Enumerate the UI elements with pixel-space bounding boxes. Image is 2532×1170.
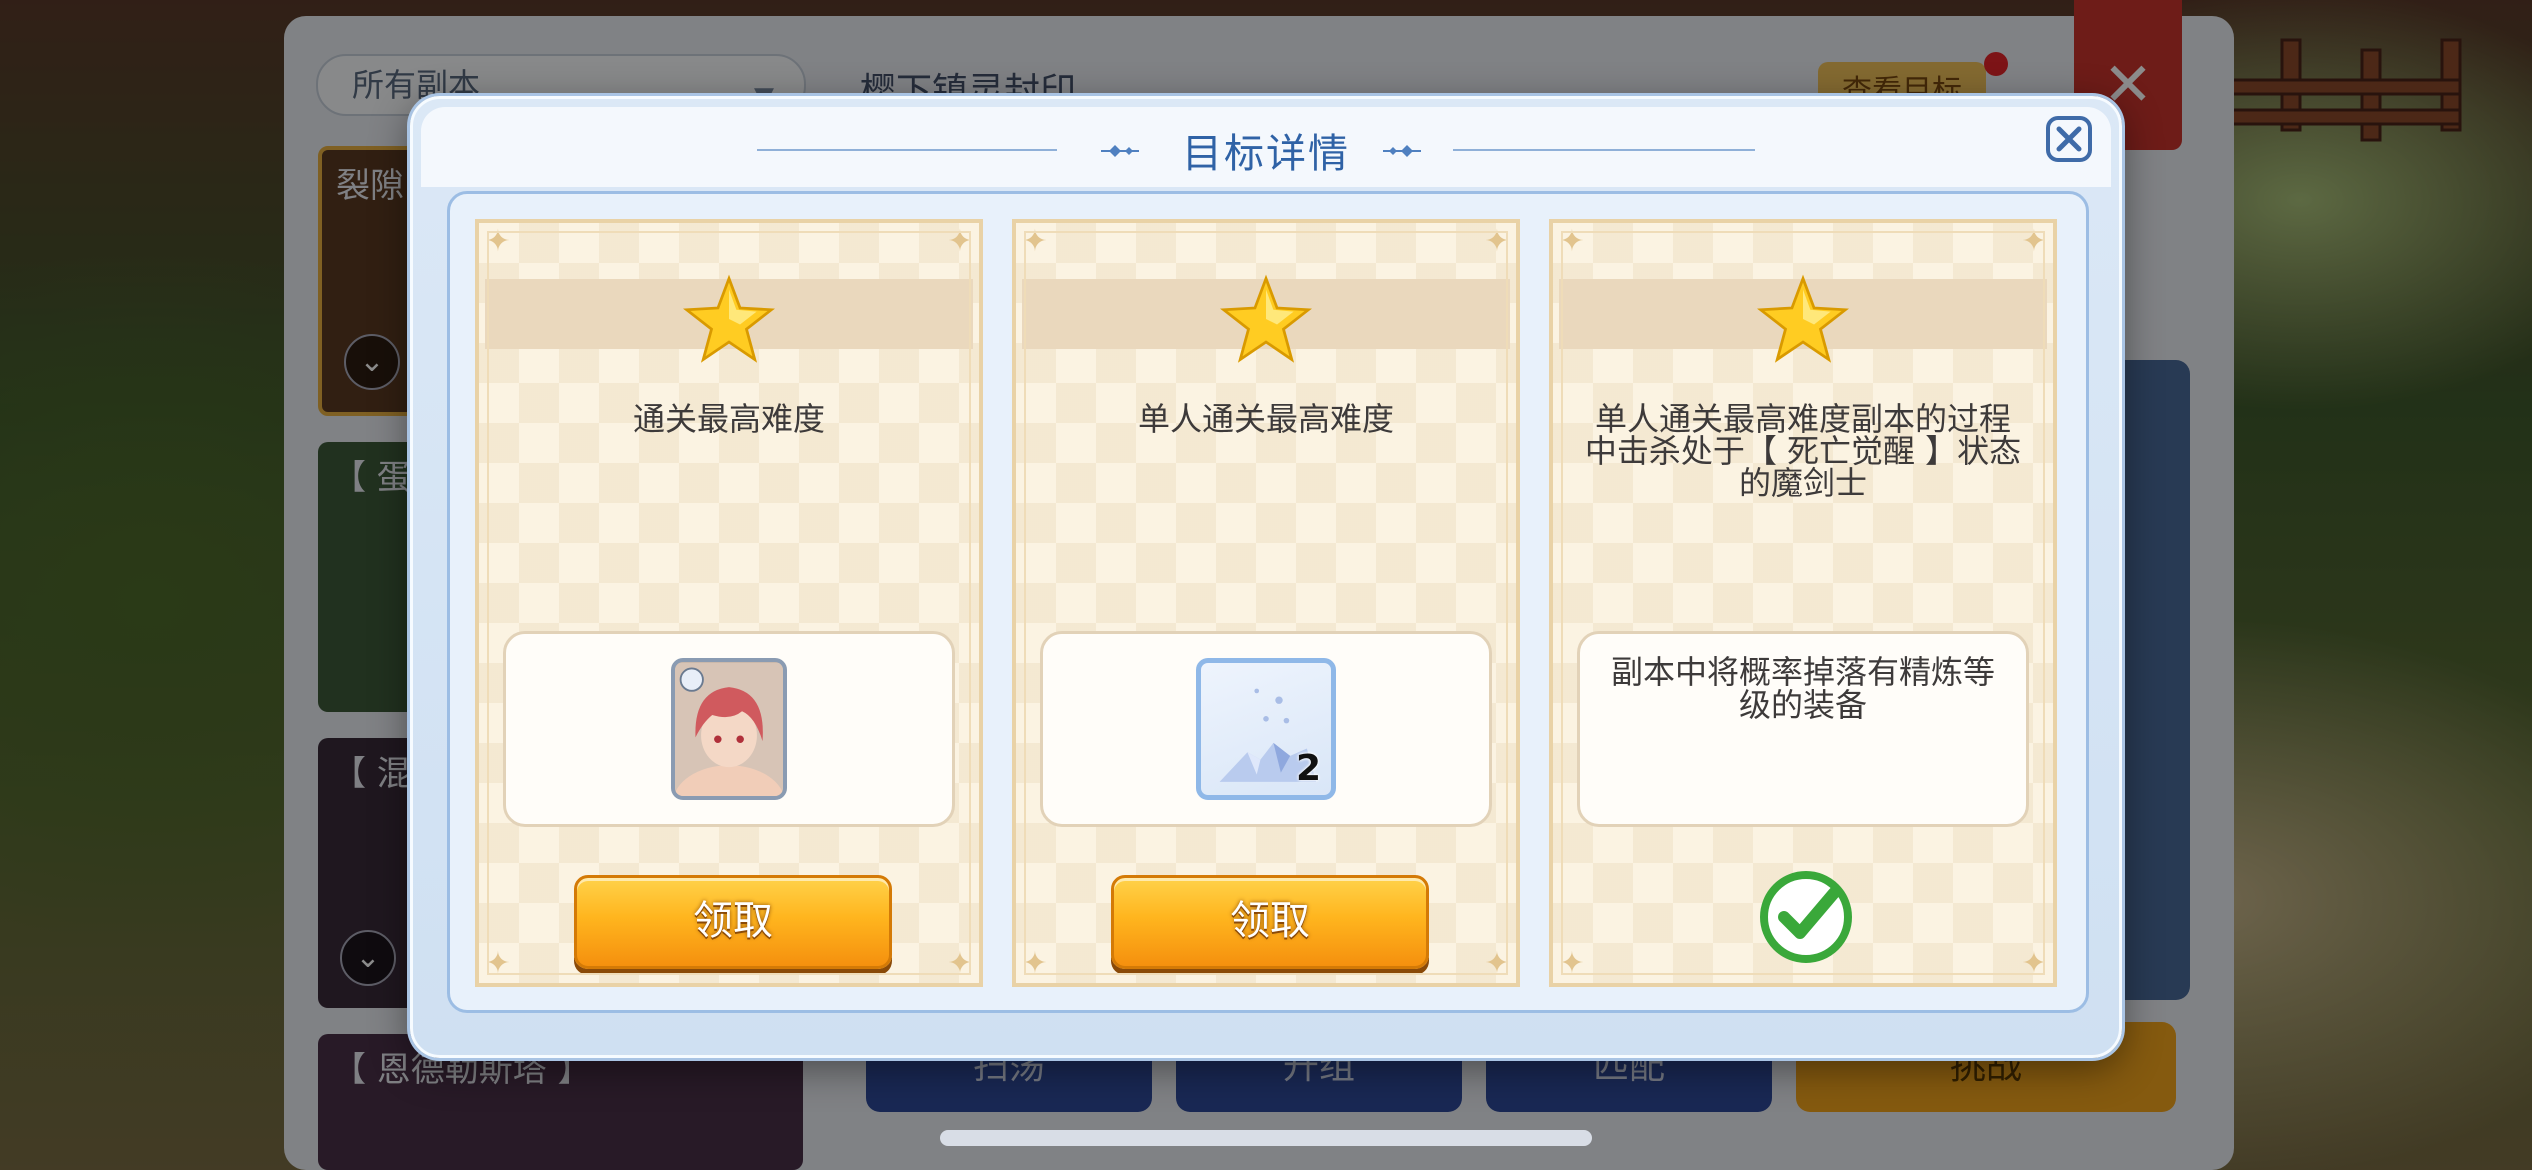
reward-box: 副本中将概率掉落有精炼等级的装备 xyxy=(1577,631,2029,827)
corner-ornament-icon: ✦ xyxy=(1559,224,1585,259)
corner-ornament-icon: ✦ xyxy=(1022,946,1048,981)
reward-description: 副本中将概率掉落有精炼等级的装备 xyxy=(1610,653,1995,724)
star-icon xyxy=(1220,274,1312,363)
reward-box: 2 xyxy=(1040,631,1492,827)
goal-card: ✦ ✦ ✦ ✦ 通关最高难度 领取 xyxy=(475,219,983,987)
item-count: 2 xyxy=(1295,748,1321,789)
goal-details-dialog: 目标详情 ✦ ✦ ✦ ✦ 通关最高难度 领取 ✦ ✦ ✦ ✦ 单人通关最高难度 … xyxy=(410,96,2122,1058)
close-icon[interactable] xyxy=(2045,115,2093,163)
dialog-title: 目标详情 xyxy=(1182,131,1350,177)
corner-ornament-icon: ✦ xyxy=(947,224,973,259)
goal-description: 单人通关最高难度 xyxy=(1137,400,1394,438)
claim-button[interactable]: 领取 xyxy=(574,875,892,969)
scroll-indicator xyxy=(940,1130,1592,1146)
corner-ornament-icon: ✦ xyxy=(2021,946,2047,981)
corner-ornament-icon: ✦ xyxy=(1484,224,1510,259)
corner-ornament-icon: ✦ xyxy=(947,946,973,981)
checkmark-icon xyxy=(1760,871,1852,963)
portrait-art xyxy=(675,662,783,796)
goal-description: 单人通关最高难度副本的过程中击杀处于【 死亡觉醒 】状态的魔剑士 xyxy=(1584,400,2022,502)
goal-card: ✦ ✦ ✦ ✦ 单人通关最高难度 2 领取 xyxy=(1012,219,1520,987)
reward-box xyxy=(503,631,955,827)
corner-ornament-icon: ✦ xyxy=(1022,224,1048,259)
corner-ornament-icon: ✦ xyxy=(2021,224,2047,259)
crystal-shards-icon[interactable]: 2 xyxy=(1196,658,1336,800)
claim-button[interactable]: 领取 xyxy=(1111,875,1429,969)
corner-ornament-icon: ✦ xyxy=(485,224,511,259)
star-icon xyxy=(683,274,775,363)
character-portrait-icon[interactable] xyxy=(671,658,787,800)
corner-ornament-icon: ✦ xyxy=(1484,946,1510,981)
star-icon xyxy=(1757,274,1849,363)
goal-card: ✦ ✦ ✦ ✦ 单人通关最高难度副本的过程中击杀处于【 死亡觉醒 】状态的魔剑士… xyxy=(1549,219,2057,987)
crescent-ornament-icon xyxy=(1383,135,1445,167)
goal-description: 通关最高难度 xyxy=(632,400,825,438)
corner-ornament-icon: ✦ xyxy=(485,946,511,981)
corner-ornament-icon: ✦ xyxy=(1559,946,1585,981)
